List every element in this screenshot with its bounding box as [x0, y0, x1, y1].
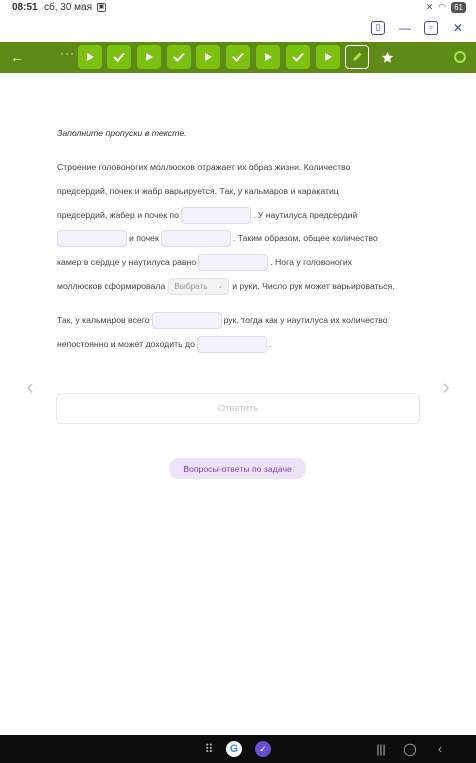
text-line: и почек . Таким образом, общее количеств…	[57, 228, 378, 248]
text-fragment: . Таким образом, общее количество	[232, 233, 378, 243]
step-play-button[interactable]	[316, 45, 340, 69]
play-icon	[146, 53, 153, 61]
play-icon	[87, 53, 94, 61]
system-navbar: ⠿ G ✓ ||| ◯ ‹	[0, 735, 476, 763]
text-fragment: моллюсков сформировала	[57, 281, 166, 291]
play-icon	[325, 53, 332, 61]
back-arrow-icon[interactable]: ←	[9, 48, 25, 66]
text-line: Строение головоногих моллюсков отражает …	[57, 157, 350, 177]
check-icon	[292, 52, 304, 62]
text-line: камер в сердце у наутилуса равно . Нога …	[57, 252, 352, 272]
status-date: сб, 30 мая	[44, 2, 93, 13]
step-done-button[interactable]	[226, 45, 250, 69]
battery-icon: 61	[451, 2, 466, 13]
book-icon[interactable]: ▯	[371, 21, 385, 35]
status-bar: 08:51 сб, 30 мая ▣ ✕ ◠ 61	[0, 0, 476, 16]
notification-icon: ▣	[97, 3, 106, 12]
pencil-icon	[353, 52, 362, 61]
text-fragment: непостоянно и может доходить до	[57, 339, 195, 349]
text-fragment: Так, у кальмаров всего	[57, 315, 150, 325]
step-done-button[interactable]	[167, 45, 191, 69]
text-fragment: камер в сердце у наутилуса равно	[57, 257, 197, 267]
blank-input[interactable]	[160, 229, 231, 247]
close-icon[interactable]: ✕	[451, 21, 465, 35]
app-header: ▯ — ▫ ✕	[0, 16, 476, 42]
text-line: непостоянно и может доходить до .	[57, 334, 271, 354]
step-current-button[interactable]	[345, 45, 369, 69]
text-fragment: Строение головоногих моллюсков отражает …	[57, 162, 351, 172]
answer-select[interactable]: Выбрать ⌄	[168, 277, 230, 295]
window-icon[interactable]: ▫	[424, 21, 438, 35]
text-fragment: и почек	[129, 233, 159, 243]
text-fragment: предсердий, почек и жабр варьируется. Та…	[57, 186, 339, 196]
more-steps-icon[interactable]: ···	[60, 46, 75, 60]
step-play-button[interactable]	[137, 45, 161, 69]
check-icon	[113, 52, 125, 62]
select-placeholder: Выбрать	[174, 281, 208, 291]
play-icon	[265, 53, 272, 61]
task-toolbar: ← ···	[0, 42, 476, 73]
google-icon[interactable]: G	[226, 741, 242, 757]
text-line: моллюсков сформировала Выбрать ⌄ и руки.…	[57, 276, 395, 296]
star-icon	[381, 51, 393, 63]
blank-input[interactable]	[151, 311, 222, 329]
home-icon[interactable]: ◯	[403, 741, 417, 757]
blank-input[interactable]	[196, 335, 267, 353]
minimize-icon[interactable]: —	[398, 21, 412, 35]
step-done-button[interactable]	[107, 45, 131, 69]
play-icon	[205, 53, 212, 61]
apps-grid-icon[interactable]: ⠿	[202, 741, 216, 757]
task-instruction: Заполните пропуски в тексте.	[57, 128, 187, 138]
text-line: предсердий, почек и жабр варьируется. Та…	[57, 181, 339, 201]
shield-app-icon[interactable]: ✓	[255, 741, 271, 757]
text-line: Так, у кальмаров всего рук, тогда как у …	[57, 310, 388, 330]
answer-button[interactable]: Ответить	[56, 393, 420, 424]
mute-icon: ✕	[425, 2, 434, 12]
check-icon	[232, 52, 244, 62]
text-fragment: и руки. Число рук может варьироваться.	[232, 281, 395, 291]
text-fragment: предсердий, жабер и почек по	[57, 210, 179, 220]
qa-button[interactable]: Вопросы-ответы по задаче	[169, 458, 306, 479]
blank-input[interactable]	[198, 253, 269, 271]
chevron-down-icon: ⌄	[217, 283, 224, 290]
check-icon	[173, 52, 185, 62]
blank-input[interactable]	[57, 229, 127, 247]
status-circle-icon[interactable]	[454, 51, 466, 63]
wifi-icon: ◠	[438, 2, 447, 12]
step-play-button[interactable]	[256, 45, 280, 69]
text-fragment: . У наутилуса предсердий	[252, 210, 358, 220]
prev-arrow-icon[interactable]: ‹	[22, 375, 38, 399]
step-done-button[interactable]	[286, 45, 310, 69]
text-fragment: рук, тогда как у наутилуса их количество	[223, 315, 388, 325]
step-star-button[interactable]	[375, 45, 399, 69]
text-fragment: . Нога у головоногих	[270, 257, 353, 267]
blank-input[interactable]	[180, 206, 251, 224]
step-play-button[interactable]	[196, 45, 220, 69]
back-nav-icon[interactable]: ‹	[433, 741, 447, 757]
status-time: 08:51	[12, 2, 38, 13]
recents-icon[interactable]: |||	[374, 741, 388, 757]
text-fragment: .	[268, 339, 272, 349]
next-arrow-icon[interactable]: ›	[438, 375, 454, 399]
text-line: предсердий, жабер и почек по . У наутилу…	[57, 205, 357, 225]
step-play-button[interactable]	[78, 45, 102, 69]
